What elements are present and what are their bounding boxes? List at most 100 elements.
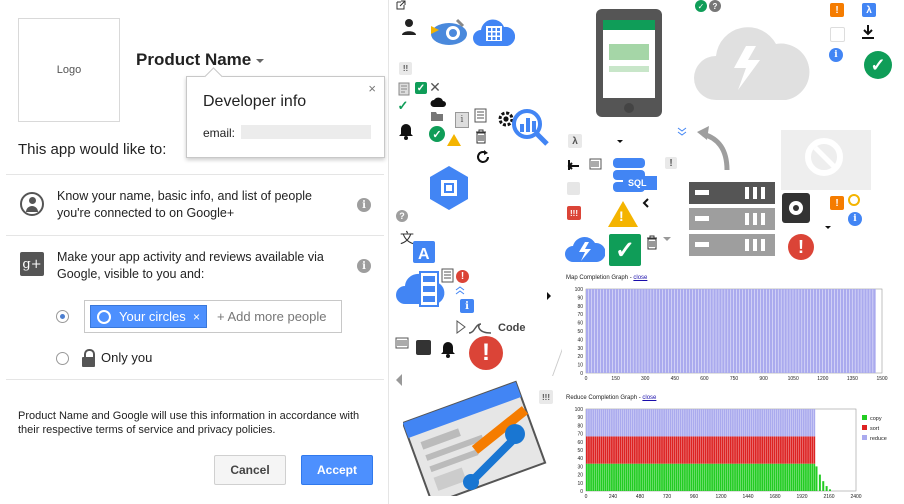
map-bar bbox=[858, 289, 861, 373]
chevron-right-icon bbox=[547, 292, 551, 300]
map-bar bbox=[648, 289, 651, 373]
reduce-bar-copy bbox=[594, 463, 597, 491]
reduce-bar-sort bbox=[698, 436, 701, 464]
info-icon[interactable]: i bbox=[357, 259, 371, 273]
check-circle-icon: ✓ bbox=[864, 51, 892, 79]
reduce-bar-reduce bbox=[771, 409, 774, 437]
radio-only-you[interactable] bbox=[56, 352, 69, 365]
y-tick-label: 60 bbox=[577, 440, 583, 446]
reduce-bar-reduce bbox=[663, 409, 665, 437]
reduce-bar-sort bbox=[702, 436, 705, 464]
reduce-bar-reduce bbox=[592, 409, 595, 437]
reduce-bar-reduce bbox=[590, 409, 592, 437]
reduce-bar-reduce bbox=[671, 409, 674, 437]
audience-picker[interactable]: Your circles × + Add more people bbox=[84, 300, 342, 333]
legend-swatch bbox=[862, 435, 867, 440]
legend-label: reduce bbox=[870, 436, 887, 442]
accept-button[interactable]: Accept bbox=[301, 455, 373, 485]
reduce-bar-reduce bbox=[627, 409, 630, 437]
reduce-bar-sort bbox=[686, 436, 688, 464]
chart-close-link[interactable]: close bbox=[633, 275, 647, 281]
reduce-bar-copy bbox=[800, 463, 803, 491]
close-icon[interactable]: × bbox=[368, 81, 376, 96]
reduce-bar-copy bbox=[752, 463, 755, 491]
reduce-bar-copy bbox=[586, 463, 588, 491]
reduce-bar-reduce bbox=[596, 409, 599, 437]
product-name-menu[interactable]: Product Name bbox=[136, 50, 265, 70]
blocked-panel bbox=[781, 130, 871, 190]
reduce-bar-sort bbox=[673, 436, 676, 464]
reduce-bar-sort bbox=[617, 436, 620, 464]
reduce-bar-copy bbox=[590, 463, 592, 491]
reduce-bar-sort bbox=[594, 436, 597, 464]
map-bar bbox=[606, 289, 610, 373]
map-bar bbox=[710, 289, 713, 373]
reduce-bar-reduce bbox=[629, 409, 632, 437]
map-bar bbox=[657, 289, 660, 373]
reduce-bar-sort bbox=[681, 436, 684, 464]
reduce-bar-reduce bbox=[775, 409, 778, 437]
reduce-bar-copy bbox=[619, 463, 622, 491]
map-bar bbox=[828, 289, 832, 373]
map-bar bbox=[586, 289, 589, 373]
info-icon[interactable]: i bbox=[357, 198, 371, 212]
reduce-bar-reduce bbox=[673, 409, 676, 437]
reduce-bar-reduce bbox=[800, 409, 803, 437]
reduce-bar-reduce bbox=[681, 409, 684, 437]
lambda-badge-icon: λ bbox=[862, 3, 876, 17]
divider bbox=[6, 235, 384, 236]
map-bar bbox=[760, 289, 764, 373]
error-icon: ! bbox=[456, 270, 469, 283]
map-bar bbox=[781, 289, 784, 373]
reduce-bar-sort bbox=[754, 436, 757, 464]
radio-your-circles[interactable] bbox=[56, 310, 69, 323]
reduce-bar-copy bbox=[777, 463, 780, 491]
map-bar bbox=[716, 289, 719, 373]
reduce-bar-sort bbox=[602, 436, 605, 464]
reduce-bar-reduce bbox=[719, 409, 722, 437]
chart-title-text: Map Completion Graph bbox=[566, 275, 629, 281]
y-tick-label: 10 bbox=[577, 481, 583, 487]
add-more-people-input[interactable]: + Add more people bbox=[217, 309, 327, 324]
map-bar bbox=[731, 289, 734, 373]
map-bar bbox=[769, 289, 773, 373]
reduce-bar-copy bbox=[780, 463, 782, 491]
reduce-bar-reduce bbox=[604, 409, 607, 437]
person-icon bbox=[402, 19, 416, 35]
reduce-bar-copy bbox=[646, 463, 649, 491]
map-bar bbox=[615, 289, 619, 373]
reduce-bar-sort bbox=[729, 436, 732, 464]
divider bbox=[6, 379, 384, 380]
reduce-bar-reduce bbox=[746, 409, 749, 437]
reduce-bar-copy bbox=[723, 463, 726, 491]
map-bar bbox=[624, 289, 627, 373]
reduce-bar-reduce bbox=[690, 409, 693, 437]
your-circles-chip[interactable]: Your circles × bbox=[90, 305, 207, 328]
reduce-bar-reduce bbox=[713, 409, 716, 437]
map-bar bbox=[825, 289, 829, 373]
map-completion-chart: Map Completion Graph - close 0 10 20 30 40 50… bbox=[562, 275, 904, 385]
reduce-tail-bar bbox=[815, 466, 818, 491]
cancel-button[interactable]: Cancel bbox=[214, 455, 286, 485]
remove-chip-icon[interactable]: × bbox=[193, 310, 200, 324]
map-bar bbox=[748, 289, 752, 373]
back-arrow-icon bbox=[567, 160, 579, 170]
map-bar bbox=[594, 289, 598, 373]
map-bar bbox=[654, 289, 657, 373]
cloud-error-icon bbox=[694, 27, 810, 100]
check-circle-icon: ✓ bbox=[429, 126, 445, 142]
reduce-bar-copy bbox=[661, 463, 663, 491]
disk-icon bbox=[782, 193, 810, 223]
map-bar bbox=[683, 289, 687, 373]
reduce-bar-reduce bbox=[692, 409, 695, 437]
reduce-bar-sort bbox=[771, 436, 774, 464]
reduce-bar-copy bbox=[754, 463, 757, 491]
help-icon: ? bbox=[396, 210, 408, 222]
chart-close-link[interactable]: close bbox=[642, 395, 656, 401]
reduce-bar-copy bbox=[794, 463, 797, 491]
x-tick-label: 0 bbox=[585, 494, 588, 500]
map-bar bbox=[725, 289, 728, 373]
reduce-bar-copy bbox=[709, 463, 711, 491]
reduce-bar-reduce bbox=[748, 409, 751, 437]
map-bar bbox=[591, 289, 595, 373]
